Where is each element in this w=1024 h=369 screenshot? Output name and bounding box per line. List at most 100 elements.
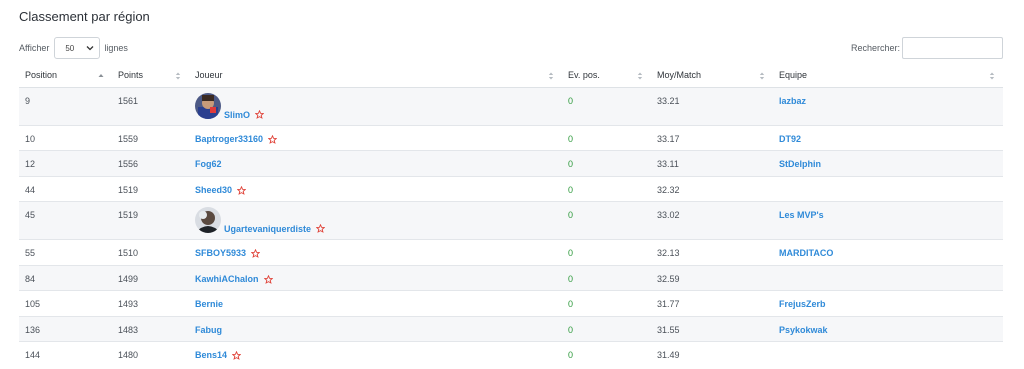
table-row: 55 1510 SFBOY5933 0 32.13 MARDITACO bbox=[19, 239, 1003, 265]
points-cell-value: 1483 bbox=[118, 324, 139, 335]
page-size-select[interactable]: 50 bbox=[54, 37, 101, 59]
points-cell: 1556 bbox=[112, 150, 189, 176]
points-cell-value: 1519 bbox=[118, 184, 139, 195]
team-cell-value: StDelphin bbox=[779, 159, 821, 169]
team-cell-value: lazbaz bbox=[779, 95, 807, 106]
player-cell: Fabug bbox=[189, 315, 562, 342]
table-row: 10 1559 Baptroger33160 0 33.17 DT92 bbox=[19, 124, 1003, 151]
search-control: Rechercher: bbox=[851, 37, 1003, 59]
ev-pos-cell-value: 0 bbox=[568, 350, 574, 360]
ev-pos-cell: 0 bbox=[562, 239, 651, 265]
points-cell-value: 1561 bbox=[118, 95, 139, 106]
avg-cell: 33.02 bbox=[651, 201, 773, 240]
player-cell: Sheed30 bbox=[189, 175, 562, 202]
team-cell[interactable]: FrejusZerb bbox=[773, 290, 1003, 316]
ev-pos-cell: 0 bbox=[562, 86, 651, 125]
column-header-label: Points bbox=[118, 70, 144, 81]
ev-pos-cell: 0 bbox=[562, 264, 651, 291]
ev-pos-cell-value: 0 bbox=[568, 95, 574, 106]
player-cell: KawhiAChalon bbox=[189, 264, 562, 291]
position-cell-value: 55 bbox=[25, 248, 36, 258]
team-cell[interactable]: MARDITACO bbox=[773, 239, 1003, 265]
column-header-avg[interactable]: Moy/Match bbox=[651, 64, 773, 88]
player-link[interactable]: KawhiAChalon bbox=[195, 274, 562, 284]
points-cell-value: 1556 bbox=[118, 159, 139, 169]
position-cell-value: 10 bbox=[25, 133, 36, 144]
player-link[interactable]: SFBOY5933 bbox=[195, 248, 562, 258]
sort-arrows-icon bbox=[175, 72, 181, 80]
team-cell-value: Psykokwak bbox=[779, 324, 828, 335]
column-header-position[interactable]: Position bbox=[19, 64, 112, 88]
position-cell: 44 bbox=[19, 175, 112, 202]
position-cell-value: 144 bbox=[25, 350, 41, 360]
player-link[interactable]: Baptroger33160 bbox=[195, 134, 562, 144]
ev-pos-cell: 0 bbox=[562, 175, 651, 202]
column-header-team[interactable]: Equipe bbox=[773, 64, 1003, 88]
player-link[interactable]: Fog62 bbox=[195, 159, 562, 169]
points-cell-value: 1499 bbox=[118, 273, 139, 284]
column-header-points[interactable]: Points bbox=[112, 64, 189, 88]
team-cell bbox=[773, 341, 1003, 367]
star-outline-icon bbox=[237, 185, 247, 195]
ev-pos-cell-value: 0 bbox=[568, 324, 574, 335]
player-cell: Fog62 bbox=[189, 150, 562, 176]
chevron-down-icon bbox=[86, 46, 94, 51]
points-cell: 1561 bbox=[112, 86, 189, 125]
avg-cell-value: 31.77 bbox=[657, 299, 680, 309]
team-cell-value: DT92 bbox=[779, 133, 802, 144]
star-outline-icon bbox=[268, 134, 278, 144]
player-name: Fabug bbox=[195, 324, 222, 335]
ev-pos-cell: 0 bbox=[562, 201, 651, 240]
star-outline-icon bbox=[263, 274, 273, 284]
column-header-label: Moy/Match bbox=[657, 70, 702, 81]
avg-cell-value: 33.21 bbox=[657, 95, 680, 106]
player-name: Sheed30 bbox=[195, 184, 233, 195]
table-row: 9 1561 SlimO 0 33.21 lazbaz bbox=[19, 86, 1003, 125]
team-cell[interactable]: lazbaz bbox=[773, 86, 1003, 125]
player-link[interactable]: Bernie bbox=[195, 299, 562, 309]
column-header-ev[interactable]: Ev. pos. bbox=[562, 64, 651, 88]
search-input[interactable] bbox=[902, 37, 1003, 59]
player-name: Bernie bbox=[195, 299, 224, 309]
player-link[interactable]: Ugartevaniquerdiste bbox=[195, 207, 562, 234]
team-cell[interactable]: Les MVP's bbox=[773, 201, 1003, 240]
player-link[interactable]: SlimO bbox=[195, 92, 562, 120]
team-cell-value: Les MVP's bbox=[779, 210, 824, 220]
player-link[interactable]: Bens14 bbox=[195, 350, 562, 360]
position-cell: 10 bbox=[19, 124, 112, 151]
position-cell: 105 bbox=[19, 290, 112, 316]
team-cell[interactable]: Psykokwak bbox=[773, 315, 1003, 342]
player-link[interactable]: Fabug bbox=[195, 325, 562, 335]
table-row: 84 1499 KawhiAChalon 0 32.59 bbox=[19, 264, 1003, 291]
points-cell: 1499 bbox=[112, 264, 189, 291]
avg-cell-value: 32.13 bbox=[657, 248, 680, 258]
sort-arrows-icon bbox=[989, 72, 995, 80]
player-name: Ugartevaniquerdiste bbox=[224, 224, 312, 234]
ev-pos-cell-value: 0 bbox=[568, 299, 574, 309]
team-cell[interactable]: StDelphin bbox=[773, 150, 1003, 176]
ev-pos-cell-value: 0 bbox=[568, 210, 574, 220]
avg-cell: 32.13 bbox=[651, 239, 773, 265]
page-title: Classement par région bbox=[19, 9, 150, 24]
position-cell-value: 136 bbox=[25, 324, 41, 335]
position-cell: 84 bbox=[19, 264, 112, 291]
ev-pos-cell: 0 bbox=[562, 341, 651, 367]
show-label: Afficher bbox=[19, 43, 50, 53]
points-cell: 1559 bbox=[112, 124, 189, 151]
column-header-player[interactable]: Joueur bbox=[189, 64, 562, 88]
team-cell bbox=[773, 264, 1003, 291]
position-cell: 12 bbox=[19, 150, 112, 176]
ev-pos-cell: 0 bbox=[562, 150, 651, 176]
avg-cell: 33.11 bbox=[651, 150, 773, 176]
points-cell-value: 1519 bbox=[118, 210, 139, 220]
player-link[interactable]: Sheed30 bbox=[195, 185, 562, 195]
player-name: SlimO bbox=[224, 109, 251, 120]
star-outline-icon bbox=[232, 351, 242, 360]
table-row: 105 1493 Bernie 0 31.77 FrejusZerb bbox=[19, 290, 1003, 316]
avg-cell-value: 32.32 bbox=[657, 184, 680, 195]
team-cell[interactable]: DT92 bbox=[773, 124, 1003, 151]
avg-cell: 33.21 bbox=[651, 86, 773, 125]
page-size-value: 50 bbox=[65, 43, 75, 53]
avg-cell: 32.32 bbox=[651, 175, 773, 202]
points-cell: 1510 bbox=[112, 239, 189, 265]
